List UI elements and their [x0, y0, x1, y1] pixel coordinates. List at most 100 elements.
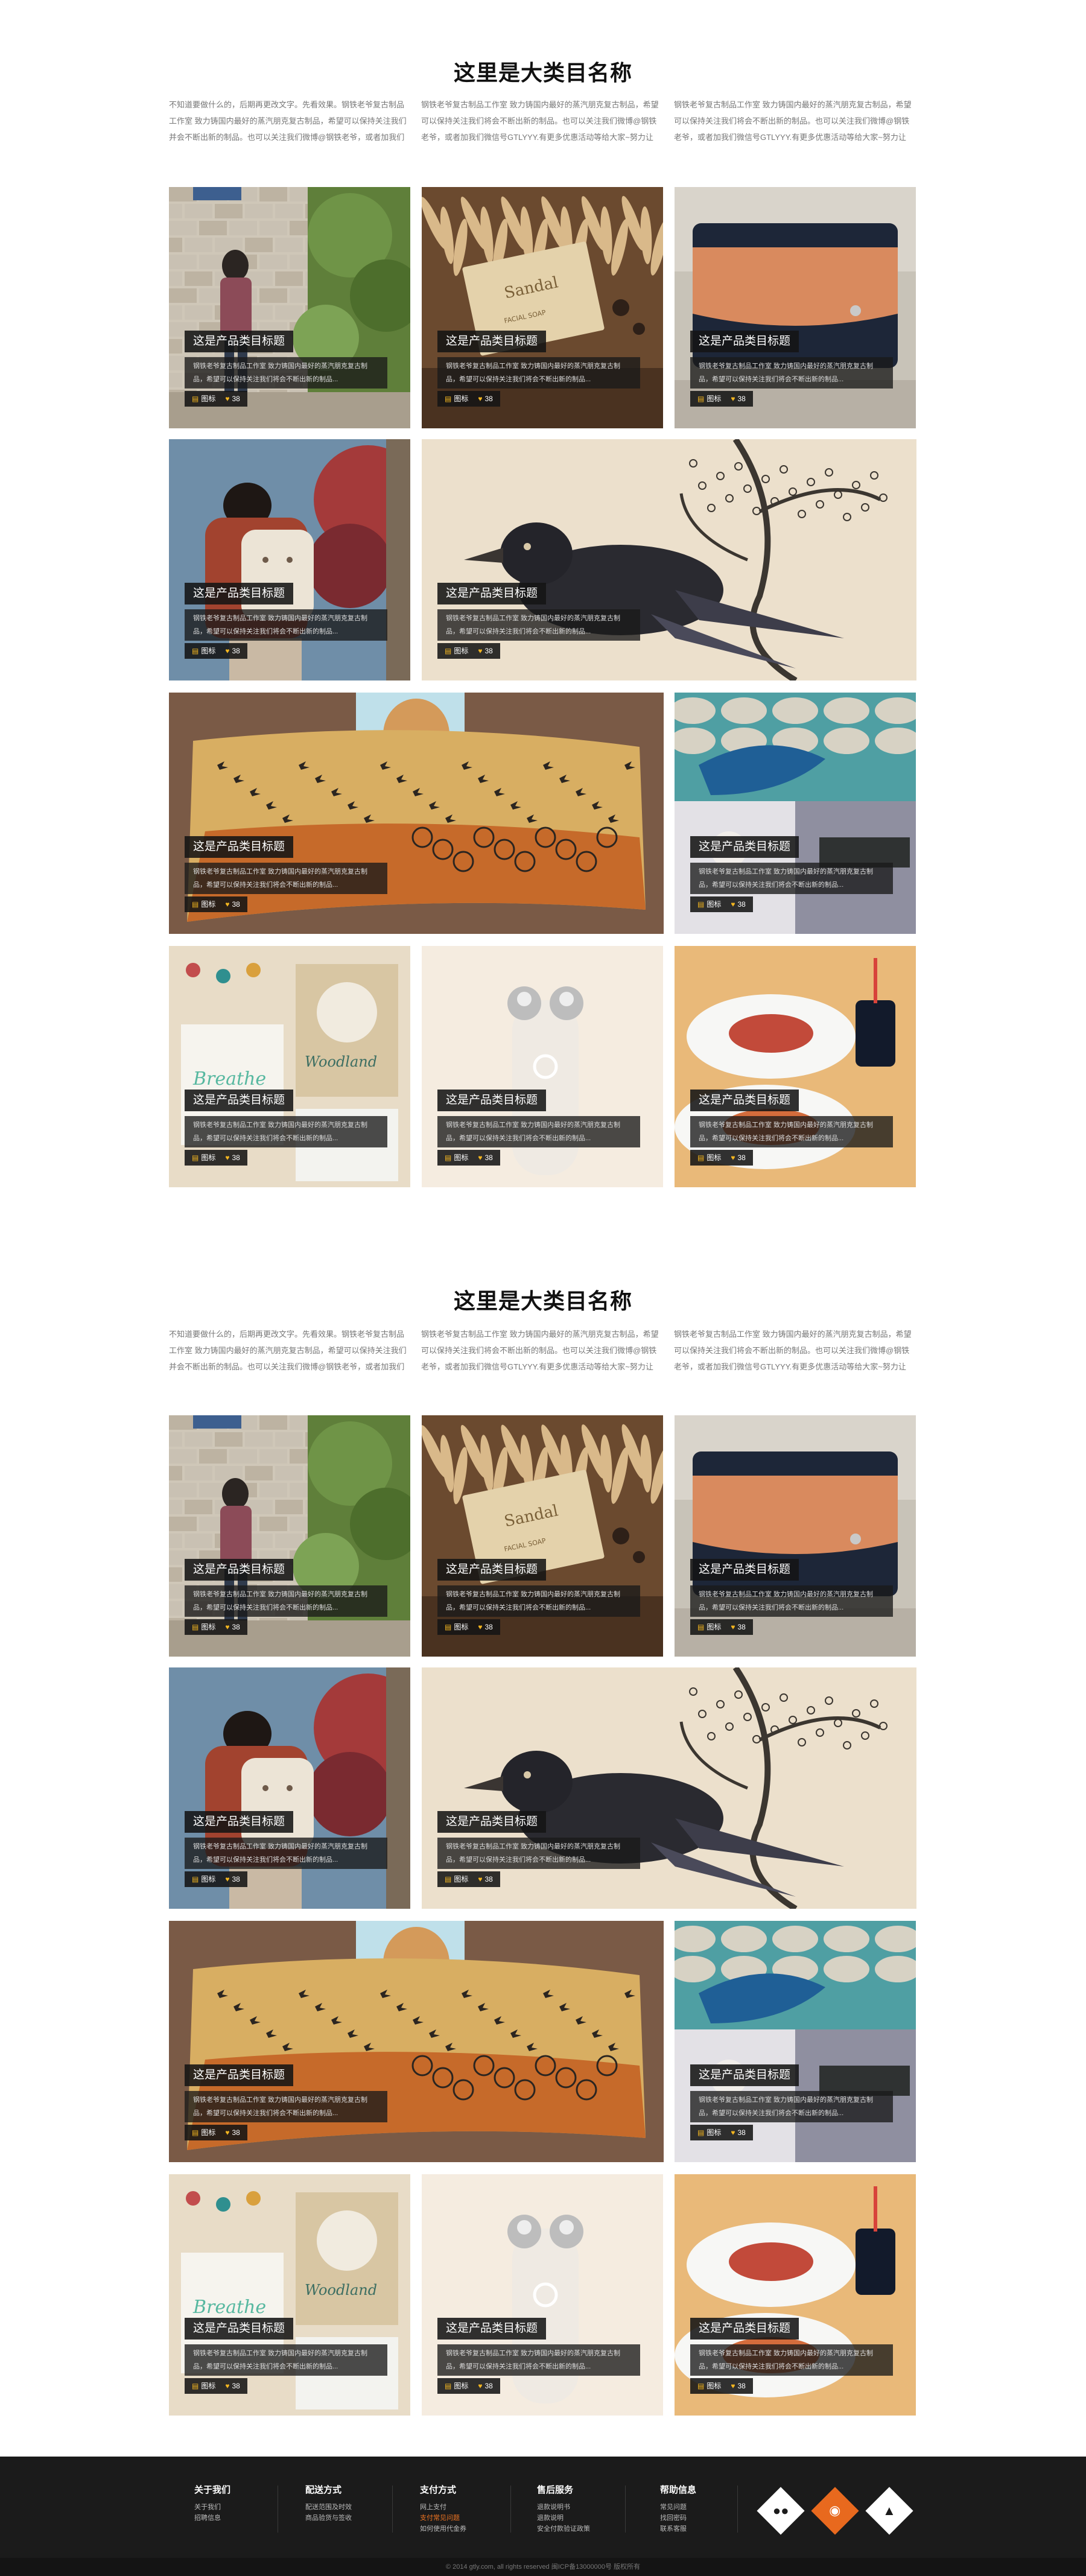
like-count: 38 — [737, 395, 746, 403]
heart-icon[interactable]: ♥ — [478, 391, 482, 407]
intro-text: 钢铁老爷复古制品工作室 致力铸国内最好的蒸汽朋克复古制品，希望可以保持关注我们将… — [674, 1330, 912, 1371]
product-card[interactable]: 这是产品类目标题 钢铁老爷复古制品工作室 致力铸国内最好的蒸汽朋克复古制品，希望… — [169, 1921, 664, 2162]
heart-icon[interactable]: ♥ — [731, 1619, 735, 1635]
product-caption: 这是产品类目标题 钢铁老爷复古制品工作室 致力铸国内最好的蒸汽朋克复古制品，希望… — [437, 1811, 643, 1893]
product-card[interactable]: 这是产品类目标题 钢铁老爷复古制品工作室 致力铸国内最好的蒸汽朋克复古制品，希望… — [675, 2174, 916, 2416]
qq-button[interactable]: ▲ — [865, 2487, 913, 2535]
product-title[interactable]: 这是产品类目标题 — [437, 331, 547, 352]
product-title[interactable]: 这是产品类目标题 — [185, 2064, 294, 2086]
footer-link[interactable]: 安全付款验证政策 — [537, 2524, 590, 2534]
product-card[interactable]: Breathe Woodland 这是产品类目标题 钢铁老爷复古制品工作室 致力铸… — [169, 946, 410, 1187]
footer-link[interactable]: 如何使用代金券 — [420, 2524, 466, 2534]
product-card[interactable]: Sandal FACIAL SOAP 这是产品类目标题 钢铁老爷复古制品工作室 致… — [422, 1415, 663, 1657]
like-count: 38 — [737, 2128, 746, 2137]
product-title[interactable]: 这是产品类目标题 — [437, 1559, 547, 1581]
product-caption: 这是产品类目标题 钢铁老爷复古制品工作室 致力铸国内最好的蒸汽朋克复古制品，希望… — [690, 836, 895, 918]
product-card[interactable]: 这是产品类目标题 钢铁老爷复古制品工作室 致力铸国内最好的蒸汽朋克复古制品，希望… — [422, 439, 916, 680]
product-title[interactable]: 这是产品类目标题 — [690, 2318, 799, 2340]
product-title[interactable]: 这是产品类目标题 — [437, 2318, 547, 2340]
footer-link[interactable]: 退款说明 — [537, 2513, 590, 2524]
heart-icon[interactable]: ♥ — [731, 2125, 735, 2140]
footer-heading: 关于我们 — [194, 2485, 231, 2495]
tag-label: 图标 — [707, 2128, 722, 2137]
product-description: 钢铁老爷复古制品工作室 致力铸国内最好的蒸汽朋克复古制品，希望可以保持关注我们将… — [437, 357, 640, 389]
heart-icon[interactable]: ♥ — [731, 391, 735, 407]
footer-link[interactable]: 招聘信息 — [194, 2513, 230, 2524]
product-title[interactable]: 这是产品类目标题 — [185, 836, 294, 858]
heart-icon[interactable]: ♥ — [478, 643, 482, 659]
heart-icon[interactable]: ♥ — [731, 1150, 735, 1166]
tag-icon: ▤ — [192, 1623, 199, 1631]
product-card[interactable]: 这是产品类目标题 钢铁老爷复古制品工作室 致力铸国内最好的蒸汽朋克复古制品，希望… — [169, 1415, 410, 1657]
product-title[interactable]: 这是产品类目标题 — [185, 2318, 294, 2340]
product-title[interactable]: 这是产品类目标题 — [690, 1090, 799, 1111]
tag-icon: ▤ — [697, 2382, 705, 2390]
tag-label: 图标 — [454, 1875, 469, 1883]
footer-col-payment: 支付方式 网上支付 支付常见问题 如何使用代金券 — [420, 2483, 466, 2534]
product-meta: ▤ 图标 ♥ 38 — [185, 896, 247, 912]
product-title[interactable]: 这是产品类目标题 — [185, 1811, 294, 1833]
footer-link[interactable]: 常见问题 — [660, 2502, 696, 2513]
product-card[interactable]: 这是产品类目标题 钢铁老爷复古制品工作室 致力铸国内最好的蒸汽朋克复古制品，希望… — [675, 946, 916, 1187]
product-title[interactable]: 这是产品类目标题 — [690, 836, 799, 858]
tag-label: 图标 — [201, 1875, 216, 1883]
product-title[interactable]: 这是产品类目标题 — [185, 583, 294, 604]
footer-link[interactable]: 商品验货与签收 — [305, 2513, 352, 2524]
heart-icon[interactable]: ♥ — [478, 2378, 482, 2394]
product-card[interactable]: 这是产品类目标题 钢铁老爷复古制品工作室 致力铸国内最好的蒸汽朋克复古制品，希望… — [675, 1921, 916, 2162]
weibo-button[interactable]: ◉ — [811, 2487, 859, 2535]
heart-icon[interactable]: ♥ — [478, 1619, 482, 1635]
wechat-button[interactable]: ●● — [757, 2487, 805, 2535]
footer-link[interactable]: 配送范围及时效 — [305, 2502, 352, 2513]
product-title[interactable]: 这是产品类目标题 — [690, 331, 799, 352]
footer-link[interactable]: 联系客服 — [660, 2524, 696, 2534]
category-title: 这里是大类目名称 — [453, 60, 632, 85]
heart-icon[interactable]: ♥ — [225, 896, 229, 912]
product-card[interactable]: 这是产品类目标题 钢铁老爷复古制品工作室 致力铸国内最好的蒸汽朋克复古制品，希望… — [169, 693, 664, 934]
heart-icon[interactable]: ♥ — [478, 1150, 482, 1166]
footer-link[interactable]: 关于我们 — [194, 2502, 230, 2513]
product-title[interactable]: 这是产品类目标题 — [437, 1090, 547, 1111]
heart-icon[interactable]: ♥ — [225, 1619, 229, 1635]
heart-icon[interactable]: ♥ — [731, 896, 735, 912]
product-title[interactable]: 这是产品类目标题 — [437, 583, 547, 604]
product-card[interactable]: 这是产品类目标题 钢铁老爷复古制品工作室 致力铸国内最好的蒸汽朋克复古制品，希望… — [422, 1667, 916, 1909]
tag-icon: ▤ — [192, 900, 199, 909]
heart-icon[interactable]: ♥ — [225, 1150, 229, 1166]
footer-link[interactable]: 网上支付 — [420, 2502, 466, 2513]
product-card[interactable]: 这是产品类目标题 钢铁老爷复古制品工作室 致力铸国内最好的蒸汽朋克复古制品，希望… — [675, 693, 916, 934]
product-title[interactable]: 这是产品类目标题 — [185, 1090, 294, 1111]
product-title[interactable]: 这是产品类目标题 — [690, 1559, 799, 1581]
product-card[interactable]: 这是产品类目标题 钢铁老爷复古制品工作室 致力铸国内最好的蒸汽朋克复古制品，希望… — [675, 1415, 916, 1657]
product-card[interactable]: 这是产品类目标题 钢铁老爷复古制品工作室 致力铸国内最好的蒸汽朋克复古制品，希望… — [169, 439, 410, 680]
footer-link-active[interactable]: 支付常见问题 — [420, 2513, 466, 2524]
product-card[interactable]: 这是产品类目标题 钢铁老爷复古制品工作室 致力铸国内最好的蒸汽朋克复古制品，希望… — [169, 187, 410, 428]
product-description: 钢铁老爷复古制品工作室 致力铸国内最好的蒸汽朋克复古制品，希望可以保持关注我们将… — [437, 1585, 640, 1617]
product-caption: 这是产品类目标题 钢铁老爷复古制品工作室 致力铸国内最好的蒸汽朋克复古制品，希望… — [185, 2318, 390, 2400]
heart-icon[interactable]: ♥ — [225, 2378, 229, 2394]
product-card[interactable]: 这是产品类目标题 钢铁老爷复古制品工作室 致力铸国内最好的蒸汽朋克复古制品，希望… — [422, 2174, 663, 2416]
heart-icon[interactable]: ♥ — [225, 643, 229, 659]
heart-icon[interactable]: ♥ — [225, 1871, 229, 1887]
heart-icon[interactable]: ♥ — [225, 2125, 229, 2140]
footer-link[interactable]: 找回密码 — [660, 2513, 696, 2524]
product-card[interactable]: 这是产品类目标题 钢铁老爷复古制品工作室 致力铸国内最好的蒸汽朋克复古制品，希望… — [422, 946, 663, 1187]
product-title[interactable]: 这是产品类目标题 — [185, 1559, 294, 1581]
heart-icon[interactable]: ♥ — [731, 2378, 735, 2394]
product-caption: 这是产品类目标题 钢铁老爷复古制品工作室 致力铸国内最好的蒸汽朋克复古制品，希望… — [185, 2064, 390, 2146]
product-description: 钢铁老爷复古制品工作室 致力铸国内最好的蒸汽朋克复古制品，希望可以保持关注我们将… — [185, 863, 387, 894]
product-card[interactable]: 这是产品类目标题 钢铁老爷复古制品工作室 致力铸国内最好的蒸汽朋克复古制品，希望… — [169, 1667, 410, 1909]
heart-icon[interactable]: ♥ — [225, 391, 229, 407]
product-title[interactable]: 这是产品类目标题 — [437, 1811, 547, 1833]
tag-icon: ▤ — [192, 1875, 199, 1883]
product-meta: ▤ 图标 ♥ 38 — [185, 2125, 247, 2140]
product-title[interactable]: 这是产品类目标题 — [185, 331, 294, 352]
footer-link[interactable]: 退款说明书 — [537, 2502, 590, 2513]
product-title[interactable]: 这是产品类目标题 — [690, 2064, 799, 2086]
product-description: 钢铁老爷复古制品工作室 致力铸国内最好的蒸汽朋克复古制品，希望可以保持关注我们将… — [690, 2344, 893, 2376]
product-caption: 这是产品类目标题 钢铁老爷复古制品工作室 致力铸国内最好的蒸汽朋克复古制品，希望… — [185, 1559, 390, 1641]
product-card[interactable]: Sandal FACIAL SOAP 这是产品类目标题 钢铁老爷复古制品工作室 致… — [422, 187, 663, 428]
product-card[interactable]: Breathe Woodland 这是产品类目标题 钢铁老爷复古制品工作室 致力铸… — [169, 2174, 410, 2416]
heart-icon[interactable]: ♥ — [478, 1871, 482, 1887]
product-card[interactable]: 这是产品类目标题 钢铁老爷复古制品工作室 致力铸国内最好的蒸汽朋克复古制品，希望… — [675, 187, 916, 428]
